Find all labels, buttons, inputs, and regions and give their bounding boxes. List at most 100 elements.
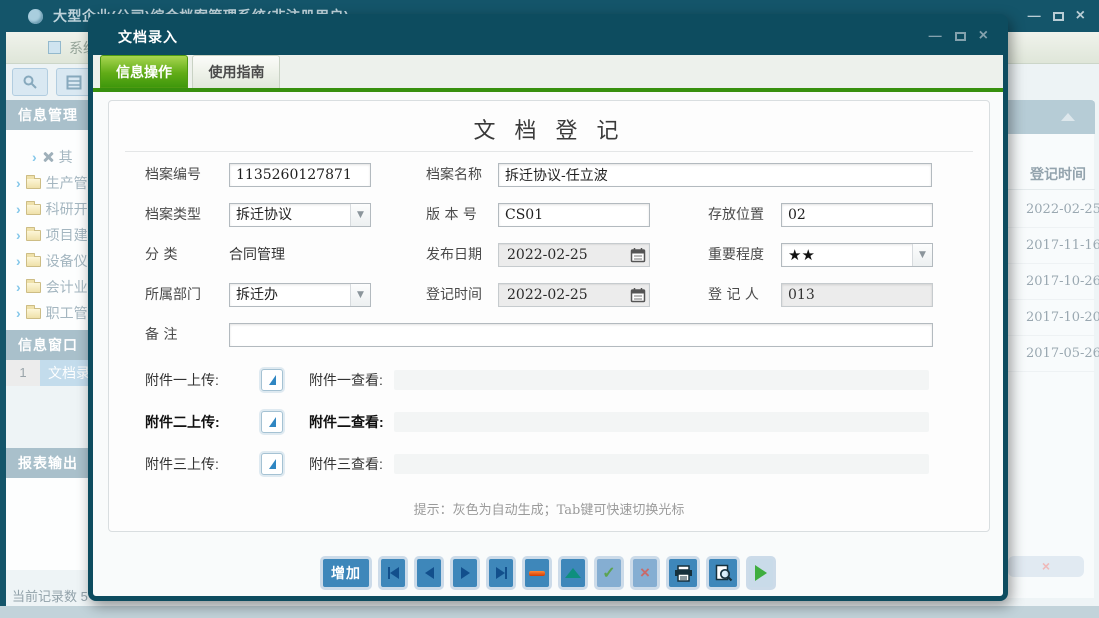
delete-record-button[interactable] [522, 556, 552, 590]
prev-record-button[interactable] [414, 556, 444, 590]
archive-type-select[interactable]: 拆迁协议 ▼ [229, 203, 371, 227]
calendar-icon[interactable] [630, 287, 646, 303]
table-row[interactable]: 2017-05-26 [1004, 336, 1095, 372]
location-input[interactable] [781, 203, 933, 227]
folder-icon [26, 282, 41, 293]
attachment1-upload-label: 附件一上传: [145, 369, 219, 391]
registrant-input[interactable] [781, 283, 933, 307]
last-record-button[interactable] [486, 556, 516, 590]
attachment2-upload-label: 附件二上传: [145, 411, 220, 433]
nav-tab-icon [48, 41, 61, 54]
importance-select[interactable]: ★★ ▼ [781, 243, 933, 267]
triangle-left-icon [390, 567, 399, 579]
main-window-controls: — × [1028, 9, 1085, 23]
doc-register-form: 文 档 登 记 档案编号 档案名称 档案类型 拆迁协议 ▼ 版 本 号 存放位置… [108, 100, 990, 532]
category-value: 合同管理 [229, 243, 285, 267]
dialog-minimize-icon[interactable]: — [929, 29, 942, 43]
chevron-right-icon: › [16, 253, 21, 269]
department-select[interactable]: 拆迁办 ▼ [229, 283, 371, 307]
minimize-icon[interactable]: — [1028, 9, 1041, 23]
tab-underline [93, 88, 1003, 92]
importance-label: 重要程度 [708, 243, 764, 267]
tab-user-guide[interactable]: 使用指南 [192, 55, 280, 88]
attachment3-view-label: 附件三查看: [309, 453, 383, 475]
chevron-down-icon: ▼ [350, 204, 370, 226]
close-icon[interactable]: × [1076, 9, 1085, 23]
remark-input[interactable] [229, 323, 933, 347]
last-record-icon [505, 567, 507, 579]
archive-no-input[interactable] [229, 163, 371, 187]
chevron-down-icon: ▼ [350, 284, 370, 306]
dialog-maximize-icon[interactable] [955, 32, 966, 41]
folder-icon [26, 204, 41, 215]
triangle-right-icon [496, 567, 505, 579]
run-button[interactable] [746, 556, 776, 590]
folder-icon [26, 256, 41, 267]
upload-flag-icon [265, 373, 279, 387]
minus-icon [529, 571, 545, 576]
registrant-label: 登 记 人 [708, 283, 759, 307]
doc-entry-dialog: 文档录入 — × 信息操作 使用指南 文 档 登 记 档案编号 档案名称 档案类… [88, 14, 1008, 601]
record-list-header [1004, 100, 1095, 134]
table-row[interactable]: 2017-10-26 [1004, 264, 1095, 300]
status-bar-record-count: 当前记录数 5 [12, 586, 88, 605]
attachment3-upload-checkbox[interactable] [261, 453, 283, 475]
table-row[interactable]: 2017-11-16 [1004, 228, 1095, 264]
table-toolbar-button[interactable] [56, 68, 92, 96]
first-record-button[interactable] [378, 556, 408, 590]
chevron-right-icon: › [16, 279, 21, 295]
preview-icon [714, 564, 733, 582]
panel-close-button[interactable]: × [1008, 556, 1084, 577]
tab-info-operation[interactable]: 信息操作 [100, 55, 188, 88]
attachment2-view-label: 附件二查看: [309, 411, 384, 433]
table-row[interactable]: 2017-10-20 [1004, 300, 1095, 336]
item-index: 1 [6, 360, 40, 386]
dialog-title: 文档录入 [118, 27, 178, 47]
record-list-panel: 登记时间 2022-02-25 2017-11-16 2017-10-26 20… [1003, 100, 1094, 598]
register-time-label: 登记时间 [426, 283, 482, 307]
archive-name-input[interactable] [498, 163, 932, 187]
search-toolbar-button[interactable] [12, 68, 48, 96]
table-row[interactable]: 2022-02-25 [1004, 192, 1095, 228]
dialog-close-icon[interactable]: × [979, 29, 988, 43]
publish-date-picker[interactable]: 2022-02-25 [498, 243, 650, 267]
category-label: 分 类 [145, 243, 177, 267]
chevron-right-icon: › [16, 175, 21, 191]
attachment2-upload-checkbox[interactable] [261, 411, 283, 433]
window-bottom-edge [0, 606, 1099, 618]
edit-record-button[interactable] [558, 556, 588, 590]
column-header-register-time[interactable]: 登记时间 [1004, 158, 1095, 190]
cancel-button[interactable]: × [630, 556, 660, 590]
printer-icon [674, 565, 693, 582]
magnifier-icon [22, 74, 38, 90]
version-input[interactable] [498, 203, 650, 227]
calendar-icon[interactable] [630, 247, 646, 263]
add-button[interactable]: 增加 [320, 556, 372, 590]
attachment1-upload-checkbox[interactable] [261, 369, 283, 391]
publish-date-label: 发布日期 [426, 243, 482, 267]
upload-flag-icon [265, 415, 279, 429]
attachment1-view-label: 附件一查看: [309, 369, 383, 391]
confirm-button[interactable]: ✓ [594, 556, 624, 590]
archive-no-label: 档案编号 [145, 163, 201, 187]
form-tip-text: 提示：灰色为自动生成；Tab键可快速切换光标 [109, 499, 989, 518]
title-divider [125, 151, 973, 152]
register-time-picker[interactable]: 2022-02-25 [498, 283, 650, 307]
print-button[interactable] [666, 556, 700, 590]
dialog-title-bar[interactable]: 文档录入 — × [92, 18, 1004, 55]
preview-button[interactable] [706, 556, 740, 590]
restore-icon[interactable] [1053, 12, 1064, 21]
triangle-up-icon [565, 568, 581, 578]
attachment1-view-field [394, 370, 929, 390]
folder-icon [26, 178, 41, 189]
tool-icon [42, 151, 54, 163]
next-record-button[interactable] [450, 556, 480, 590]
department-label: 所属部门 [145, 283, 201, 307]
dialog-tab-bar: 信息操作 使用指南 [93, 55, 1003, 88]
version-label: 版 本 号 [426, 203, 477, 227]
dialog-controls: — × [929, 29, 988, 43]
collapse-panel-icon[interactable] [1061, 113, 1075, 121]
triangle-left-icon [425, 567, 434, 579]
check-icon: ✓ [602, 563, 615, 583]
location-label: 存放位置 [708, 203, 764, 227]
